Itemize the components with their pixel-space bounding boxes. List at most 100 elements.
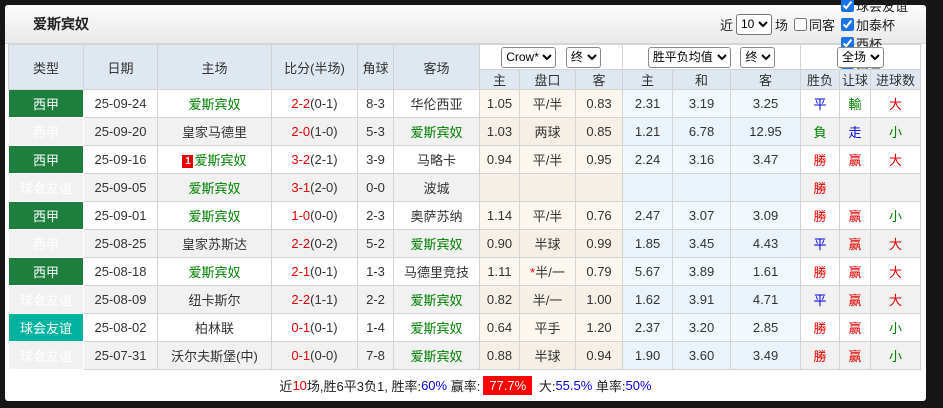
same-away-checkbox[interactable]	[794, 18, 807, 31]
recent-count-select[interactable]: 10	[736, 14, 772, 35]
cell-odds-away: 0.76	[576, 202, 623, 230]
table-row: 球会友谊25-08-09纽卡斯尔2-2(1-1)2-2爱斯宾奴0.82半/一1.…	[9, 286, 921, 314]
cell-home: 皇家马德里	[158, 118, 272, 146]
cell-handicap-result: 赢	[840, 342, 871, 370]
cell-odds-home: 1.05	[480, 90, 520, 118]
cell-avg-draw: 3.07	[673, 202, 731, 230]
avg-state-select[interactable]: 终	[740, 47, 775, 68]
cell-corner: 2-2	[358, 286, 394, 314]
cell-corner: 3-9	[358, 146, 394, 174]
table-row: 西甲25-09-01爱斯宾奴1-0(0-0)2-3奥萨苏纳1.14平/半0.76…	[9, 202, 921, 230]
cell-away: 爱斯宾奴	[394, 342, 480, 370]
cell-date: 25-08-02	[84, 314, 158, 342]
cell-away: 华伦西亚	[394, 90, 480, 118]
league-checkbox-2[interactable]	[841, 18, 854, 31]
cell-odds-handicap: 半球	[520, 342, 576, 370]
cell-handicap-result: 赢	[840, 146, 871, 174]
cell-avg-away: 3.25	[731, 90, 801, 118]
cell-result: 平	[801, 230, 840, 258]
cell-home: 爱斯宾奴	[158, 90, 272, 118]
matches-table: 类型 日期 主场 比分(半场) 角球 客场 Crow* 终 胜平负均值	[8, 44, 921, 370]
cell-corner: 7-8	[358, 342, 394, 370]
cell-result: 勝	[801, 146, 840, 174]
table-row: 西甲25-09-161爱斯宾奴3-2(2-1)3-9马略卡0.94平/半0.95…	[9, 146, 921, 174]
cell-odds-away: 0.95	[576, 146, 623, 174]
cell-home: 柏林联	[158, 314, 272, 342]
cell-home: 沃尔夫斯堡(中)	[158, 342, 272, 370]
table-row: 球会友谊25-07-31沃尔夫斯堡(中)0-1(0-0)7-8爱斯宾奴0.88半…	[9, 342, 921, 370]
col-header-date: 日期	[84, 45, 158, 90]
cell-avg-draw: 3.89	[673, 258, 731, 286]
cell-avg-away: 2.85	[731, 314, 801, 342]
cell-odds-home: 0.88	[480, 342, 520, 370]
cell-avg-home: 2.24	[623, 146, 673, 174]
league-checkbox-1[interactable]	[841, 0, 854, 12]
cell-avg-away: 4.43	[731, 230, 801, 258]
league-filter-2[interactable]: 加泰杯	[841, 15, 908, 34]
cell-corner: 0-0	[358, 174, 394, 202]
cell-result: 勝	[801, 342, 840, 370]
cell-avg-away: 4.71	[731, 286, 801, 314]
cell-goals: 大	[871, 258, 921, 286]
cell-avg-home: 2.31	[623, 90, 673, 118]
cell-avg-away	[731, 174, 801, 202]
cell-score: 2-1(0-1)	[272, 258, 358, 286]
avg-selector-cell: 胜平负均值 终	[623, 45, 801, 70]
cell-date: 25-08-18	[84, 258, 158, 286]
cell-odds-handicap: *半/一	[520, 258, 576, 286]
cell-result: 負	[801, 118, 840, 146]
cell-score: 0-1(0-0)	[272, 342, 358, 370]
col-header-handicap-result: 让球	[840, 70, 871, 90]
cell-home: 爱斯宾奴	[158, 174, 272, 202]
avg-type-select[interactable]: 胜平负均值	[648, 47, 731, 68]
cell-corner: 2-3	[358, 202, 394, 230]
cell-odds-handicap: 两球	[520, 118, 576, 146]
league-filter-1[interactable]: 球会友谊	[841, 0, 908, 15]
table-row: 西甲25-09-24爱斯宾奴2-2(0-1)8-3华伦西亚1.05平/半0.83…	[9, 90, 921, 118]
cell-avg-home: 2.47	[623, 202, 673, 230]
cell-goals: 大	[871, 90, 921, 118]
cell-goals: 小	[871, 342, 921, 370]
table-row: 西甲25-08-25皇家苏斯达2-2(0-2)5-2爱斯宾奴0.90半球0.99…	[9, 230, 921, 258]
same-away-filter[interactable]: 同客	[794, 15, 835, 34]
summary-segment: 大:	[535, 376, 555, 395]
cell-odds-home: 0.94	[480, 146, 520, 174]
odds-state-select[interactable]: 终	[566, 47, 601, 68]
summary-segment: 50%	[626, 378, 652, 393]
odds-company-select[interactable]: Crow*	[501, 47, 556, 68]
cell-corner: 5-2	[358, 230, 394, 258]
cell-date: 25-07-31	[84, 342, 158, 370]
red-card-icon: 1	[182, 155, 193, 168]
cell-away: 爱斯宾奴	[394, 118, 480, 146]
cell-type: 球会友谊	[9, 286, 84, 314]
col-header-avg-draw: 和	[673, 70, 731, 90]
table-body: 西甲25-09-24爱斯宾奴2-2(0-1)8-3华伦西亚1.05平/半0.83…	[9, 90, 921, 370]
cell-home: 爱斯宾奴	[158, 258, 272, 286]
summary-segment: 赢率:	[447, 376, 480, 395]
cell-odds-home: 1.11	[480, 258, 520, 286]
cell-avg-home: 1.85	[623, 230, 673, 258]
cell-corner: 5-3	[358, 118, 394, 146]
summary-segment: 场,胜6平3负1,	[307, 376, 392, 395]
cell-avg-home: 1.62	[623, 286, 673, 314]
cell-type: 西甲	[9, 202, 84, 230]
cell-odds-home	[480, 174, 520, 202]
cell-result: 勝	[801, 258, 840, 286]
summary-segment: 55.5%	[555, 378, 592, 393]
cell-date: 25-08-25	[84, 230, 158, 258]
cell-handicap-result: 赢	[840, 202, 871, 230]
cell-avg-draw: 6.78	[673, 118, 731, 146]
league-label: 球会友谊	[856, 0, 908, 15]
summary-segment: 60%	[421, 378, 447, 393]
odds-selector-cell: Crow* 终	[480, 45, 623, 70]
cell-away: 爱斯宾奴	[394, 230, 480, 258]
league-label: 加泰杯	[856, 15, 895, 34]
cell-date: 25-08-09	[84, 286, 158, 314]
cell-score: 2-2(1-1)	[272, 286, 358, 314]
cell-away: 爱斯宾奴	[394, 286, 480, 314]
cell-odds-away: 1.20	[576, 314, 623, 342]
cell-type: 球会友谊	[9, 314, 84, 342]
cell-goals: 小	[871, 202, 921, 230]
cell-avg-home	[623, 174, 673, 202]
scope-select[interactable]: 全场	[837, 47, 884, 68]
